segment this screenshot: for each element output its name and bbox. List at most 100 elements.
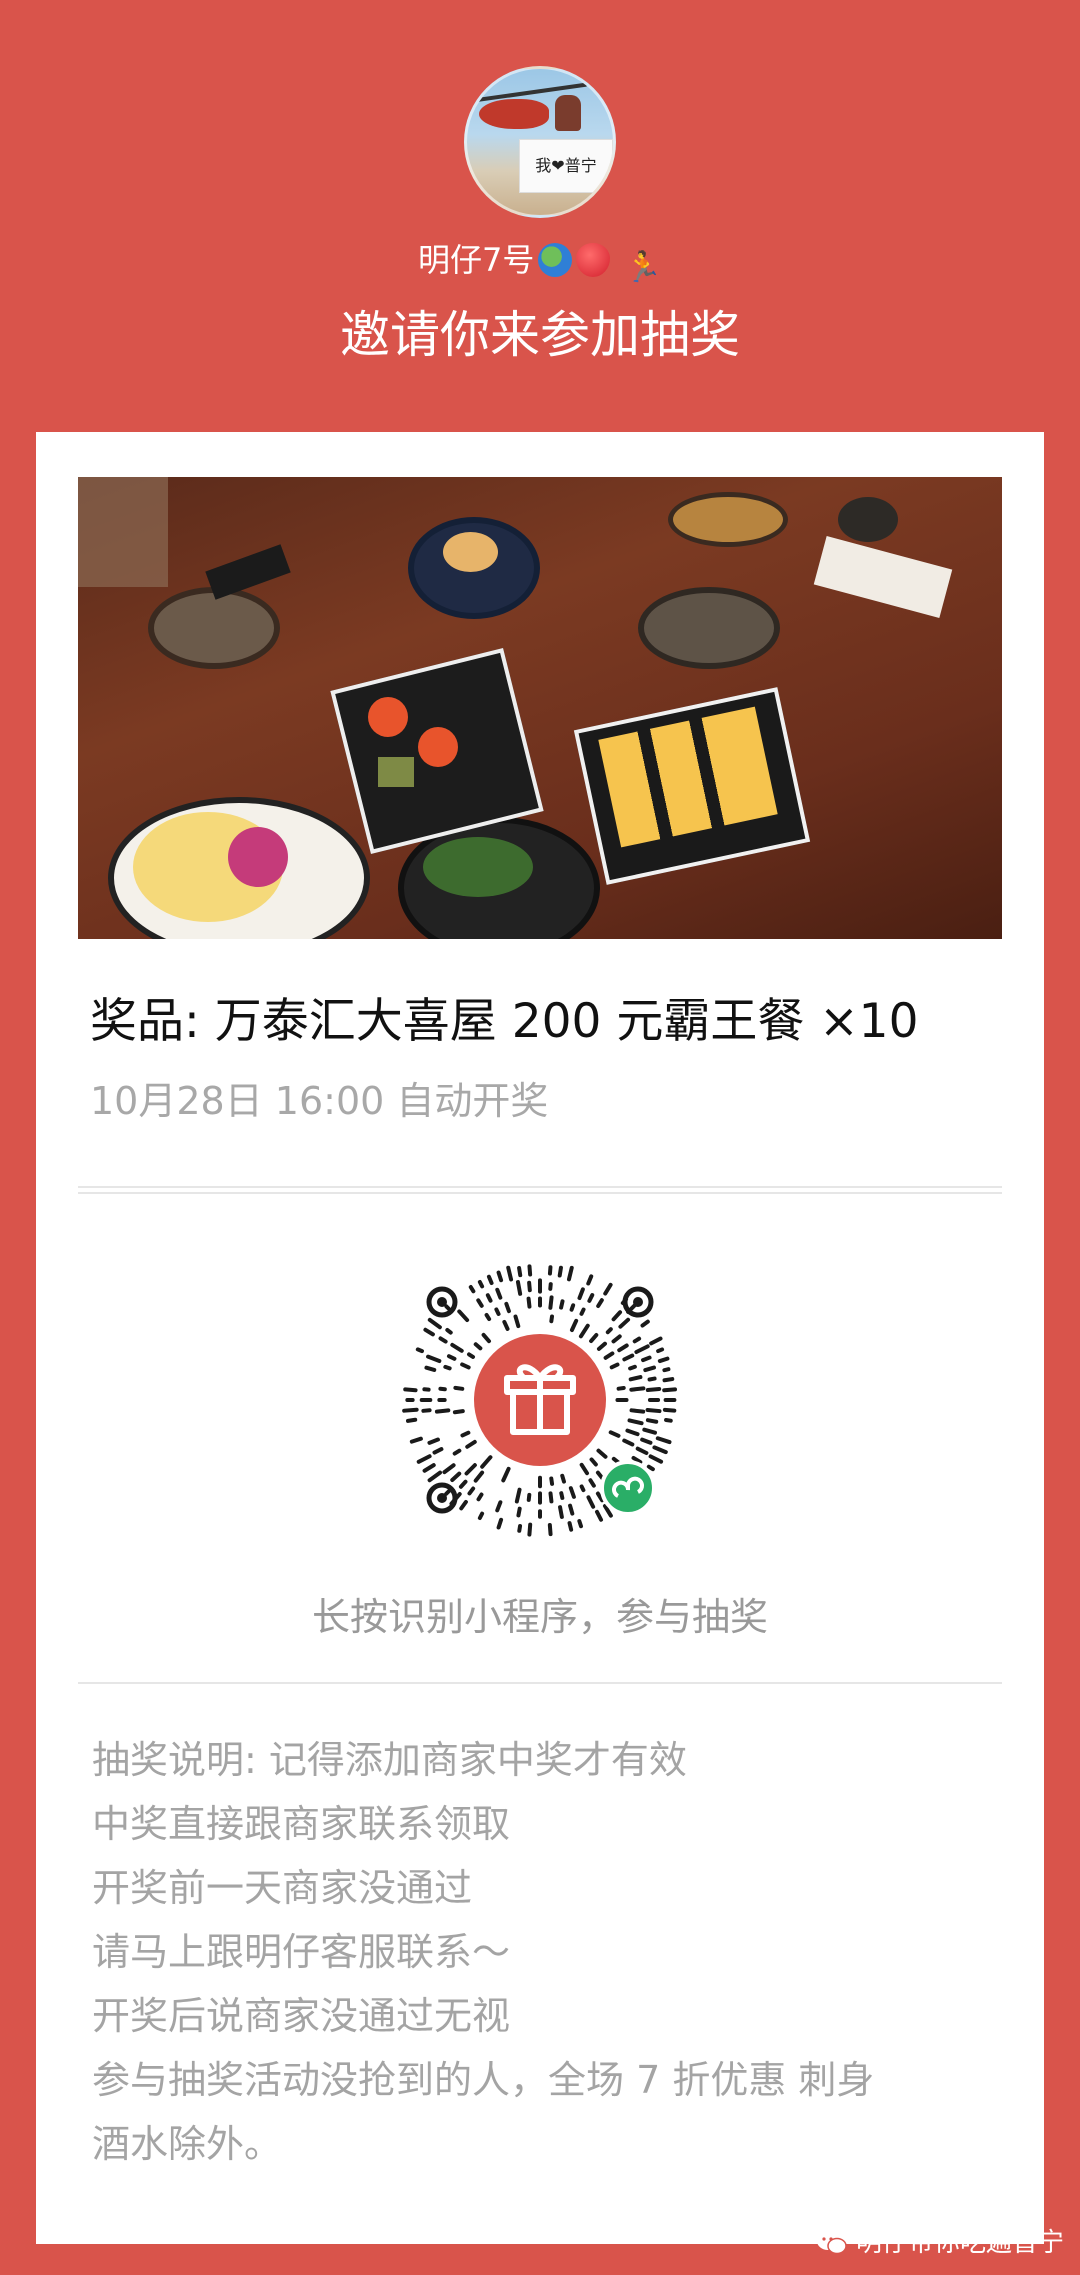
code-dash [450, 1471, 462, 1482]
code-dash [443, 1364, 452, 1371]
code-dash [569, 1303, 576, 1312]
code-dash [622, 1438, 635, 1447]
code-dash [568, 1503, 575, 1516]
code-dash [494, 1307, 501, 1316]
code-dash [477, 1511, 485, 1521]
rules-line: 酒水除外。 [92, 2122, 283, 2166]
code-dash [577, 1287, 585, 1301]
code-dash [434, 1408, 451, 1414]
code-finder-dot [437, 1297, 447, 1307]
code-dash [506, 1265, 514, 1282]
code-dash [628, 1375, 643, 1382]
code-dash [527, 1264, 533, 1277]
code-dash [579, 1462, 590, 1476]
code-dash [647, 1376, 657, 1382]
code-dash [649, 1336, 663, 1346]
code-dash [652, 1445, 668, 1455]
code-dash [595, 1509, 604, 1522]
invite-title: 邀请你来参加抽奖 [340, 306, 740, 364]
code-dash [452, 1409, 465, 1415]
code-dash [643, 1365, 656, 1373]
rules-line: 请马上跟明仔客服联系～ [92, 1930, 511, 1974]
code-dash [640, 1319, 650, 1328]
rules-text: 抽奖说明: 记得添加商家中奖才有效 中奖直接跟商家联系领取 开奖前一天商家没通过… [92, 1728, 992, 2176]
lottery-card: 奖品: 万泰汇大喜屋 200 元霸王餐 ×10 10月28日 16:00 自动开… [36, 432, 1044, 2244]
code-dash [557, 1265, 563, 1278]
code-dash [459, 1499, 468, 1511]
user-avatar[interactable]: 我❤普宁 [464, 66, 616, 218]
code-dash [548, 1491, 554, 1504]
rules-line: 抽奖说明: 记得添加商家中奖才有效 [92, 1738, 687, 1782]
code-dash [609, 1362, 620, 1370]
code-dash [662, 1387, 678, 1393]
mini-program-code[interactable] [400, 1260, 680, 1540]
code-dash [477, 1279, 485, 1289]
rules-line: 开奖后说商家没通过无视 [92, 1994, 511, 2038]
code-dash [549, 1314, 555, 1324]
avatar-helicopter [479, 99, 549, 129]
prize-title: 奖品: 万泰汇大喜屋 200 元霸王餐 ×10 [90, 994, 919, 1049]
code-dash [467, 1352, 476, 1359]
code-dash [588, 1478, 596, 1488]
code-dash [629, 1408, 646, 1414]
code-dash [603, 1351, 615, 1360]
code-dash [560, 1473, 566, 1484]
code-dash [629, 1386, 646, 1392]
code-dash [527, 1522, 533, 1537]
code-dash [467, 1486, 476, 1496]
code-dash [558, 1505, 564, 1519]
code-dash [405, 1417, 418, 1423]
code-dash [517, 1524, 523, 1533]
account-watermark: 明仔带你吃遍普宁 [816, 2225, 1064, 2261]
code-dash [495, 1500, 503, 1513]
code-dash [460, 1430, 471, 1438]
code-dash [567, 1521, 574, 1532]
code-dash [664, 1417, 673, 1423]
code-dash [426, 1354, 442, 1364]
code-dash [485, 1293, 493, 1303]
rules-line: 开奖前一天商家没通过 [92, 1866, 473, 1910]
code-dash [559, 1299, 565, 1310]
code-dash [641, 1355, 652, 1363]
code-dash [486, 1274, 494, 1286]
code-dash [603, 1282, 613, 1296]
code-dash [415, 1347, 424, 1354]
username: 明仔7号 🏃 [0, 236, 1080, 292]
code-dash [424, 1365, 437, 1372]
divider [78, 1682, 1002, 1684]
code-dash [625, 1428, 640, 1437]
code-dash [656, 1347, 665, 1354]
avatar-person [555, 95, 581, 131]
code-dash [605, 1327, 613, 1335]
code-dash [645, 1407, 662, 1414]
runner-icon: 🏃 [624, 250, 662, 285]
code-dash [427, 1437, 440, 1445]
code-dash [577, 1519, 584, 1529]
code-dash [445, 1328, 453, 1335]
code-dash [427, 1470, 443, 1483]
avatar-banner: 我❤普宁 [519, 139, 613, 193]
code-dash [616, 1385, 626, 1391]
code-dash [453, 1385, 465, 1391]
username-text: 明仔7号 [418, 241, 535, 279]
code-dash [432, 1447, 444, 1455]
code-dash [438, 1386, 447, 1392]
code-dash [527, 1280, 532, 1293]
code-dash [642, 1427, 657, 1435]
code-dash [481, 1332, 491, 1344]
code-dash [611, 1310, 623, 1322]
code-dash [634, 1344, 650, 1355]
code-dash [513, 1314, 521, 1329]
code-dash [526, 1492, 532, 1502]
code-dash [640, 1437, 653, 1445]
code-dash [662, 1377, 675, 1383]
code-dash [409, 1436, 423, 1444]
code-dash [452, 1448, 462, 1456]
code-dash [458, 1479, 468, 1489]
code-dash [442, 1463, 456, 1475]
globe-icon [538, 243, 573, 277]
code-dash [444, 1304, 452, 1312]
code-dash [589, 1333, 599, 1344]
code-dash [547, 1523, 553, 1537]
code-dash [465, 1439, 477, 1449]
